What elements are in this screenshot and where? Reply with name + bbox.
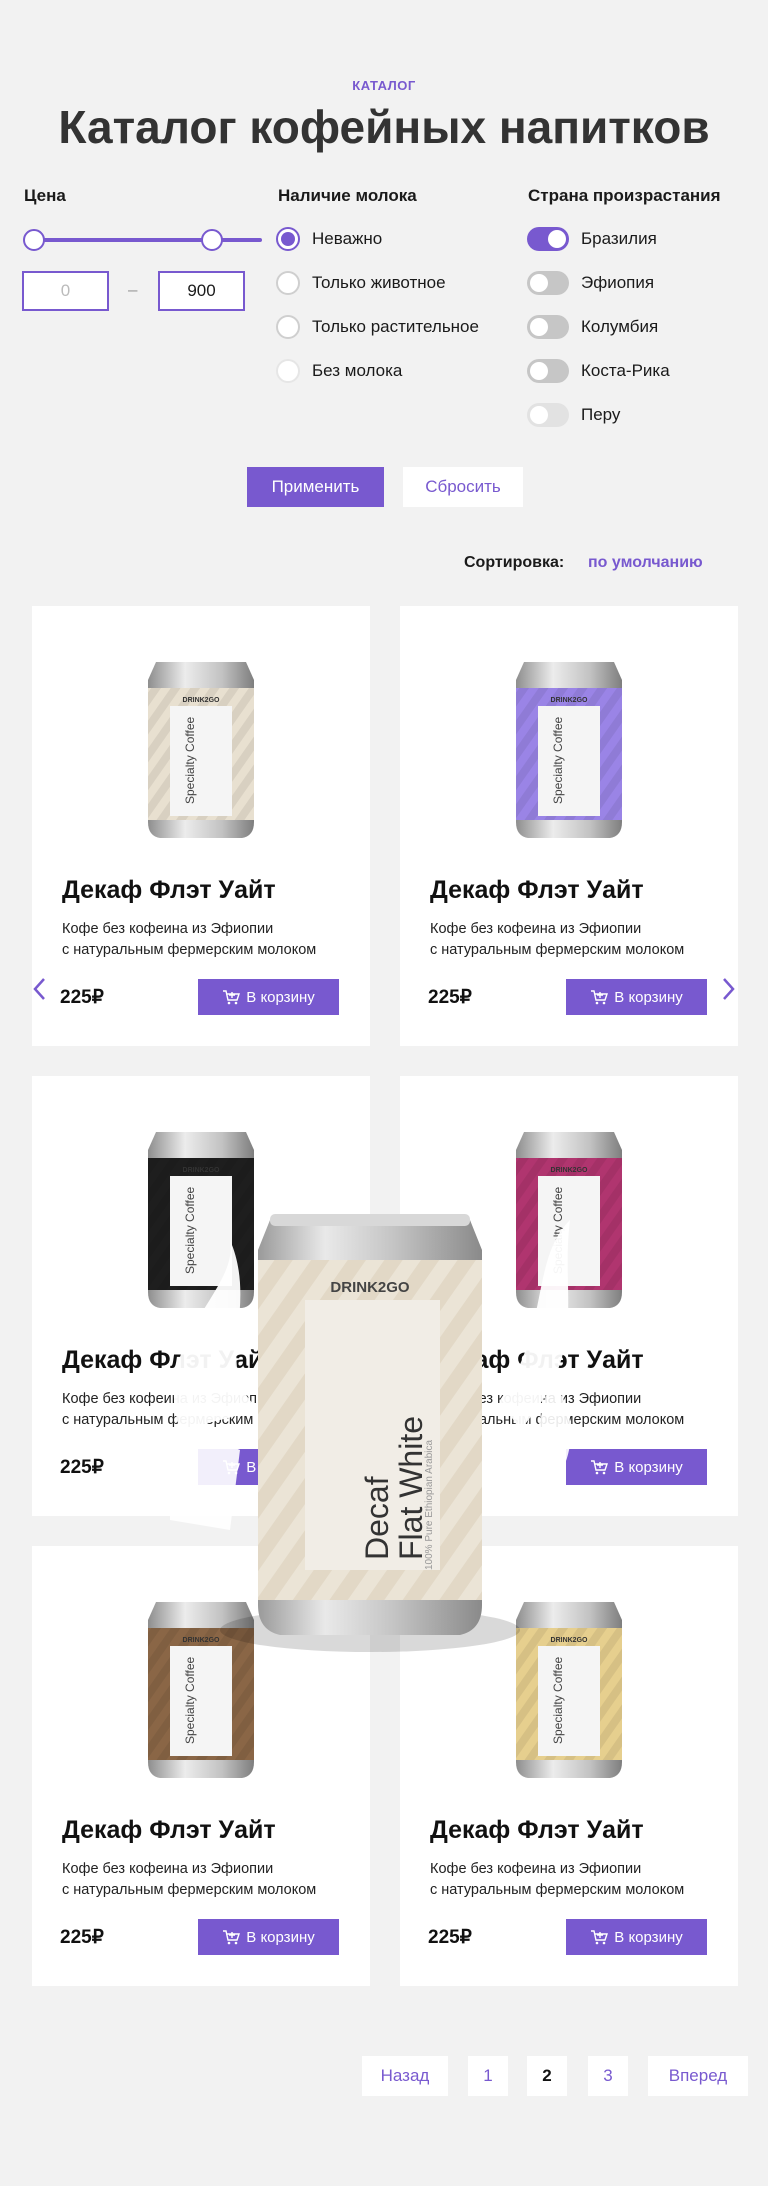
pagination-page-button[interactable]: 1 xyxy=(468,2056,508,2096)
price-slider-track[interactable] xyxy=(34,238,262,242)
product-can-image: DRINK2GO Specialty Coffee xyxy=(148,662,254,838)
milk-option[interactable]: Неважно xyxy=(276,227,382,251)
toggle-switch[interactable] xyxy=(527,359,569,383)
add-to-cart-label: В корзину xyxy=(614,1928,683,1946)
milk-option[interactable]: Только растительное xyxy=(276,315,479,339)
product-title[interactable]: Декаф Флэт Уайт xyxy=(430,1816,644,1845)
cart-icon xyxy=(591,1930,609,1945)
product-description-line: Кофе без кофеина из Эфиопии xyxy=(62,921,274,937)
radio-button[interactable] xyxy=(276,271,300,295)
page-title: Каталог кофейных напитков xyxy=(58,101,710,153)
can-brand-text: DRINK2GO xyxy=(183,697,221,704)
country-option[interactable]: Колумбия xyxy=(527,315,658,339)
can-label-text: Specialty Coffee xyxy=(183,717,197,804)
milk-filter-label: Наличие молока xyxy=(278,186,417,205)
country-option[interactable]: Эфиопия xyxy=(527,271,654,295)
milk-option-label: Без молока xyxy=(312,361,403,380)
hero-can-subtitle: 100% Pure Ethiopian Arabica xyxy=(424,1439,435,1570)
eyebrow-label: КАТАЛОГ xyxy=(352,78,416,93)
price-range-dash: – xyxy=(128,280,138,299)
pagination-page-button[interactable]: 3 xyxy=(588,2056,628,2096)
product-description-line: с натуральным фермерским молоком xyxy=(430,1882,685,1898)
can-brand-text: DRINK2GO xyxy=(183,1167,221,1174)
chevron-right-icon[interactable] xyxy=(718,976,738,1002)
radio-button[interactable] xyxy=(276,359,300,383)
reset-button[interactable]: Сбросить xyxy=(403,467,523,507)
add-to-cart-button[interactable]: В корзину xyxy=(198,1919,339,1955)
product-card[interactable]: DRINK2GO Specialty Coffee Декаф Флэт Уайт К… xyxy=(32,606,370,1046)
product-title[interactable]: Декаф Флэт Уайт xyxy=(430,876,644,905)
price-slider-max-handle[interactable] xyxy=(201,229,223,251)
add-to-cart-label: В корзину xyxy=(614,1458,683,1476)
product-title[interactable]: Декаф Флэт Уайт xyxy=(62,876,276,905)
milk-option-label: Только животное xyxy=(312,273,446,292)
add-to-cart-button[interactable]: В корзину xyxy=(566,1919,707,1955)
country-option-label: Коста-Рика xyxy=(581,361,670,380)
product-description: Кофе без кофеина из Эфиопии с натуральным… xyxy=(430,1859,730,1901)
product-description-line: Кофе без кофеина из Эфиопии xyxy=(430,1861,642,1877)
sort-dropdown[interactable]: по умолчанию xyxy=(588,554,703,572)
milk-option-label: Только растительное xyxy=(312,317,479,336)
product-description-line: с натуральным фермерским молоком xyxy=(62,1882,317,1898)
country-option[interactable]: Коста-Рика xyxy=(527,359,670,383)
country-option[interactable]: Бразилия xyxy=(527,227,657,251)
product-title[interactable]: Декаф Флэт Уайт xyxy=(62,1816,276,1845)
product-description: Кофе без кофеина из Эфиопии с натуральным… xyxy=(62,919,362,961)
can-brand-text: DRINK2GO xyxy=(551,697,589,704)
product-description-line: с натуральным фермерским молоком xyxy=(430,942,685,958)
price-filter-label: Цена xyxy=(24,186,66,205)
product-price: 225₽ xyxy=(60,1457,104,1478)
cart-icon xyxy=(223,1930,241,1945)
toggle-switch[interactable] xyxy=(527,403,569,427)
product-price: 225₽ xyxy=(60,1927,104,1948)
toggle-switch[interactable] xyxy=(527,315,569,339)
country-option-label: Перу xyxy=(581,405,621,424)
product-can-image: DRINK2GO Specialty Coffee xyxy=(516,662,622,838)
sort-label: Сортировка: xyxy=(464,554,565,571)
pagination-prev-button[interactable]: Назад xyxy=(362,2056,448,2096)
product-description-line: Кофе без кофеина из Эфиопии xyxy=(62,1861,274,1877)
milk-option-label: Неважно xyxy=(312,229,383,248)
add-to-cart-label: В корзину xyxy=(246,988,315,1006)
hero-can-line1: Decaf xyxy=(359,1476,395,1560)
radio-button[interactable] xyxy=(276,315,300,339)
price-min-input[interactable]: 0 xyxy=(22,271,109,311)
price-max-input[interactable]: 900 xyxy=(158,271,245,311)
hero-can-brand: DRINK2GO xyxy=(330,1279,410,1296)
product-description-line: с натуральным фермерским молоком xyxy=(62,942,317,958)
can-brand-text: DRINK2GO xyxy=(551,1167,589,1174)
milk-option[interactable]: Только животное xyxy=(276,271,446,295)
pagination-next-button[interactable]: Вперед xyxy=(648,2056,748,2096)
cart-icon xyxy=(223,990,241,1005)
cart-icon xyxy=(591,1460,609,1475)
pagination-page-button[interactable]: 2 xyxy=(527,2056,567,2096)
product-card[interactable]: DRINK2GO Specialty Coffee Декаф Флэт Уайт К… xyxy=(400,606,738,1046)
apply-button[interactable]: Применить xyxy=(247,467,384,507)
add-to-cart-label: В корзину xyxy=(614,988,683,1006)
chevron-left-icon[interactable] xyxy=(30,976,50,1002)
country-option-label: Эфиопия xyxy=(581,273,655,292)
country-option[interactable]: Перу xyxy=(527,403,620,427)
product-price: 225₽ xyxy=(428,1927,472,1948)
cart-icon xyxy=(591,990,609,1005)
add-to-cart-button[interactable]: В корзину xyxy=(566,979,707,1015)
product-description: Кофе без кофеина из Эфиопии с натуральным… xyxy=(430,919,730,961)
country-filter-label: Страна произрастания xyxy=(528,186,721,205)
add-to-cart-label: В корзину xyxy=(246,1928,315,1946)
hero-can-image: DRINK2GO Decaf Flat White 100% Pure Ethi… xyxy=(170,1214,570,1652)
add-to-cart-button[interactable]: В корзину xyxy=(566,1449,707,1485)
radio-button[interactable] xyxy=(276,227,300,251)
country-option-label: Бразилия xyxy=(581,229,657,248)
toggle-switch[interactable] xyxy=(527,227,569,251)
country-option-label: Колумбия xyxy=(581,317,659,336)
product-description-line: Кофе без кофеина из Эфиопии xyxy=(430,921,642,937)
milk-option[interactable]: Без молока xyxy=(276,359,402,383)
toggle-switch[interactable] xyxy=(527,271,569,295)
can-label-text: Specialty Coffee xyxy=(551,717,565,804)
product-price: 225₽ xyxy=(428,987,472,1008)
price-slider-min-handle[interactable] xyxy=(23,229,45,251)
product-price: 225₽ xyxy=(60,987,104,1008)
product-description: Кофе без кофеина из Эфиопии с натуральным… xyxy=(62,1859,362,1901)
add-to-cart-button[interactable]: В корзину xyxy=(198,979,339,1015)
